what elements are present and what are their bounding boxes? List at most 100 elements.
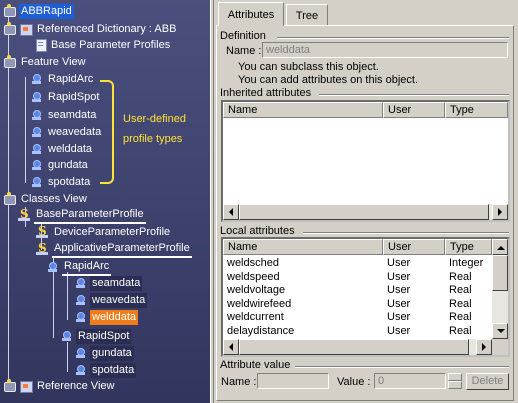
tree-node-label: ApplicativeParameterProfile <box>52 241 192 258</box>
cell-type: Real <box>449 284 472 296</box>
scroll-thumb[interactable] <box>492 255 508 291</box>
tree-node-label: RapidSpot <box>48 90 100 103</box>
attribute-icon <box>74 346 88 360</box>
cell-user: User <box>387 257 411 269</box>
horizontal-scrollbar[interactable] <box>223 339 492 355</box>
column-header-name[interactable]: Name <box>223 239 383 255</box>
cell-name: weldcurrent <box>227 311 284 323</box>
tab-tree[interactable]: Tree <box>286 4 328 26</box>
cell-type: Real <box>449 311 472 323</box>
column-header-name[interactable]: Name <box>223 102 383 118</box>
tree-root[interactable]: ABBRapid <box>3 3 74 19</box>
cell-user: User <box>387 324 411 337</box>
local-attributes-list[interactable]: Name User Type weldsched User Integer welds… <box>221 237 510 357</box>
table-row[interactable]: weldwirefeed User Real <box>223 298 492 311</box>
scroll-up-button[interactable] <box>492 239 508 255</box>
scroll-left-button[interactable] <box>223 339 239 355</box>
cell-name: weldwirefeed <box>227 297 292 310</box>
tree-node-label: spotdata <box>90 362 137 378</box>
tree-node-applicative-parameter-profile[interactable]: ApplicativeParameterProfile <box>36 241 192 258</box>
attribute-name-label: Name : <box>221 376 257 388</box>
tree-node-label: Referenced Dictionary : ABB <box>37 22 177 35</box>
feature-item[interactable]: welddata <box>30 141 94 157</box>
tree-connector <box>67 272 68 320</box>
scroll-left-button[interactable] <box>223 204 239 220</box>
cell-type: Real <box>449 324 472 337</box>
table-row[interactable]: weldcurrent User Real <box>223 311 492 324</box>
spin-up-button[interactable] <box>448 373 462 381</box>
tree-node-label: RapidArc <box>48 72 94 85</box>
classes-view-icon <box>3 192 17 206</box>
tree-node-feature-view[interactable]: Feature View <box>3 54 88 70</box>
tree-node-label: Reference View <box>37 379 115 392</box>
tree-node-label: DeviceParameterProfile <box>54 225 171 238</box>
rapidspot-child[interactable]: gundata <box>74 345 134 361</box>
scroll-right-button[interactable] <box>492 204 508 220</box>
tree-connector <box>25 77 26 183</box>
inherited-attributes-list[interactable]: Name User Type <box>221 100 510 222</box>
local-section-title: Local attributes <box>220 225 295 237</box>
rapidarc-child-selected[interactable]: welddata <box>74 309 139 325</box>
specification-tree[interactable]: ABBRapid Referenced Dictionary : ABB Bas… <box>0 0 210 403</box>
scroll-thumb[interactable] <box>239 339 469 355</box>
rapidarc-child[interactable]: seamdata <box>74 275 143 291</box>
horizontal-scrollbar[interactable] <box>223 204 508 220</box>
feature-icon <box>30 175 44 189</box>
tree-node-label: spotdata <box>48 175 91 188</box>
tree-node-label: gundata <box>90 345 134 361</box>
section-divider <box>303 232 509 233</box>
tree-node-label: seamdata <box>90 275 143 291</box>
cell-user: User <box>387 297 411 310</box>
rapidarc-child[interactable]: weavedata <box>74 292 148 308</box>
tree-node-classes-view[interactable]: Classes View <box>3 191 89 207</box>
spin-down-button[interactable] <box>448 381 462 389</box>
table-row[interactable]: weldvoltage User Real <box>223 284 492 297</box>
feature-icon <box>30 158 44 172</box>
tree-node-reference-view[interactable]: Reference View <box>3 378 116 394</box>
annotation-line: profile types <box>123 133 183 145</box>
scroll-right-button[interactable] <box>476 339 492 355</box>
feature-icon <box>30 90 44 104</box>
table-row[interactable]: delaydistance User Real <box>223 325 492 338</box>
section-divider <box>319 94 509 95</box>
scroll-down-button[interactable] <box>492 323 508 339</box>
feature-item[interactable]: RapidSpot <box>30 89 101 105</box>
attribute-icon <box>74 363 88 377</box>
scroll-thumb[interactable] <box>239 204 489 220</box>
class-icon <box>36 241 50 256</box>
dictionary-icon <box>3 22 17 36</box>
attribute-name-field[interactable] <box>257 373 329 389</box>
tree-node-referenced-dictionary[interactable]: Referenced Dictionary : ABB <box>3 21 178 37</box>
definition-section-title: Definition <box>220 30 266 42</box>
tree-node-label: weavedata <box>90 292 148 308</box>
attributes-panel: Attributes Tree Definition Name : weldda… <box>214 0 518 403</box>
feature-item[interactable]: spotdata <box>30 174 92 190</box>
table-row[interactable]: weldsched User Integer <box>223 257 492 270</box>
feature-icon <box>30 142 44 156</box>
table-row[interactable]: weldspeed User Real <box>223 271 492 284</box>
column-header-user[interactable]: User <box>383 239 445 255</box>
tree-node-base-parameter-profiles[interactable]: Base Parameter Profiles <box>33 37 172 53</box>
tab-content: Definition Name : welddata You can subcl… <box>216 25 514 401</box>
feature-item[interactable]: gundata <box>30 157 90 173</box>
feature-item[interactable]: seamdata <box>30 107 98 123</box>
feature-item[interactable]: RapidArc <box>30 71 95 87</box>
rapidspot-child[interactable]: spotdata <box>74 362 137 378</box>
tab-label: Attributes <box>227 8 275 21</box>
cell-type: Integer <box>449 257 484 269</box>
attribute-value-field[interactable]: 0 <box>374 373 446 389</box>
tab-attributes[interactable]: Attributes <box>218 2 284 26</box>
cell-user: User <box>387 311 411 323</box>
vertical-scrollbar[interactable] <box>492 239 508 339</box>
feature-item[interactable]: weavedata <box>30 124 103 140</box>
value-spinner[interactable] <box>448 373 462 389</box>
tree-node-rapidarc-class[interactable]: RapidArc <box>46 259 112 276</box>
tree-node-base-parameter-profile[interactable]: BaseParameterProfile <box>18 207 146 224</box>
tree-node-rapidspot-class[interactable]: RapidSpot <box>60 328 132 344</box>
definition-name-field[interactable]: welddata <box>262 42 508 58</box>
delete-button[interactable]: Delete <box>466 373 509 390</box>
tree-node-device-parameter-profile[interactable]: DeviceParameterProfile <box>36 224 172 240</box>
column-header-user[interactable]: User <box>383 102 445 118</box>
column-header-type[interactable]: Type <box>445 239 492 255</box>
column-header-type[interactable]: Type <box>445 102 508 118</box>
